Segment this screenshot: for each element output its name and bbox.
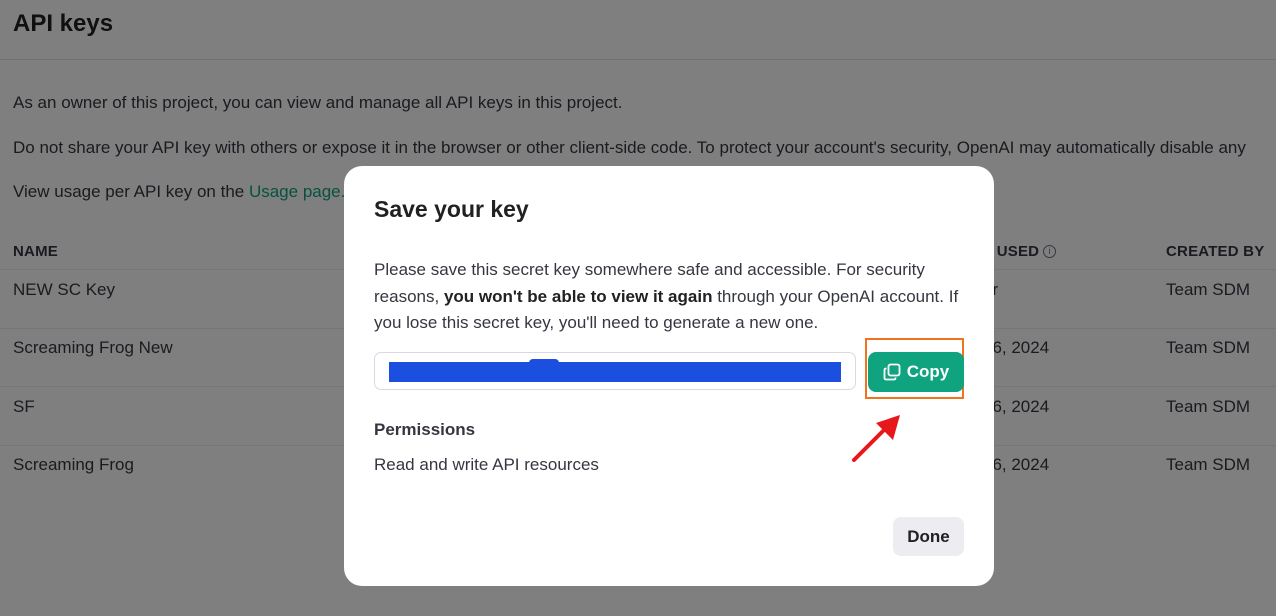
- save-key-dialog: Save your key Please save this secret ke…: [344, 166, 994, 586]
- arrow-annotation-icon: [852, 415, 900, 462]
- permissions-label: Permissions: [374, 420, 476, 439]
- permissions-value: Read and write API resources: [374, 455, 599, 474]
- dialog-description-bold: you won't be able to view it again: [443, 286, 713, 306]
- copy-button-label: Copy: [906, 362, 950, 381]
- dialog-description: Please save this secret key somewhere sa…: [374, 257, 964, 337]
- copy-icon: [883, 363, 901, 381]
- redacted-secret-key: [389, 359, 841, 382]
- secret-key-field[interactable]: [374, 352, 856, 390]
- api-keys-page: API keys As an owner of this project, yo…: [0, 0, 1276, 616]
- done-button[interactable]: Done: [893, 517, 964, 556]
- copy-button[interactable]: Copy: [868, 352, 964, 392]
- dialog-title: Save your key: [374, 196, 529, 222]
